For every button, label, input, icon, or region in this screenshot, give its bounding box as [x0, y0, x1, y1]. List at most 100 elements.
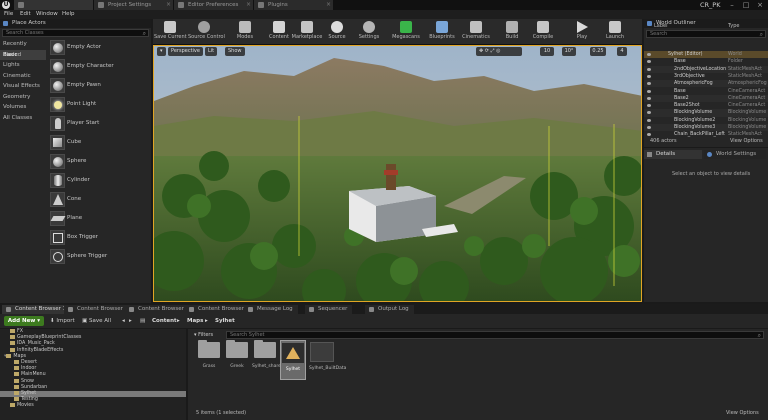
outliner-row[interactable]: 3rdObjective StaticMeshAct [644, 73, 768, 80]
actor-item[interactable]: Sphere Trigger [48, 248, 151, 267]
actor-item[interactable]: Point Light [48, 96, 151, 115]
eye-icon[interactable] [647, 96, 651, 100]
label-column-header[interactable]: Label [654, 22, 668, 30]
close-icon[interactable]: × [246, 1, 251, 8]
tab-content-browser-1[interactable]: Content Browser 1 [2, 305, 72, 314]
eye-icon[interactable] [647, 67, 651, 71]
play-button[interactable]: Play [566, 20, 598, 44]
viewport-options-button[interactable]: ▾ [157, 47, 166, 56]
actor-item[interactable]: Cube [48, 134, 151, 153]
asset-search-input[interactable]: Search Sylhet ⌕ [226, 331, 764, 339]
category-lights[interactable]: Lights [0, 60, 46, 71]
grid-snap-value[interactable]: 10 [540, 47, 554, 56]
back-button[interactable]: ◂ [122, 316, 125, 326]
category-recently-placed[interactable]: Recently Placed [0, 39, 46, 58]
level-viewport[interactable] [153, 45, 642, 302]
compile-button[interactable]: Compile [527, 20, 559, 44]
actor-item[interactable]: Player Start [48, 115, 151, 134]
asset-folder[interactable]: Sylhet_sharedassets [252, 340, 298, 369]
unreal-logo-icon[interactable]: U [2, 1, 10, 9]
actor-item[interactable]: Empty Character [48, 58, 151, 77]
forward-button[interactable]: ▸ [129, 316, 132, 326]
perspective-button[interactable]: Perspective [168, 47, 203, 56]
show-button[interactable]: Show [225, 47, 245, 56]
eye-icon[interactable] [647, 82, 651, 86]
add-new-button[interactable]: Add New ▾ [4, 316, 44, 326]
outliner-row[interactable]: AtmosphericFog AtmosphericFog [644, 80, 768, 88]
lit-button[interactable]: Lit [205, 47, 218, 56]
eye-icon[interactable] [647, 104, 651, 108]
level-tab[interactable] [14, 0, 94, 10]
asset-level-selected[interactable]: Sylhet [280, 340, 306, 380]
category-basic[interactable]: Basic [0, 49, 46, 60]
menu-edit[interactable]: Edit [20, 10, 31, 19]
cinematics-button[interactable]: Cinematics [460, 20, 492, 44]
asset-folder[interactable]: Grass [196, 340, 222, 369]
transform-tools[interactable]: ✥ ⟳ ⤢ ◎ [476, 47, 522, 56]
settings-button[interactable]: Settings [353, 20, 385, 44]
outliner-row[interactable]: 2ndObjectiveLocation StaticMeshAct [644, 65, 768, 73]
project-settings-tab[interactable]: Project Settings × [94, 0, 174, 10]
category-volumes[interactable]: Volumes [0, 102, 46, 113]
scale-snap-value[interactable]: 0.25 [590, 47, 606, 56]
close-icon[interactable]: × [166, 1, 171, 8]
outliner-row[interactable]: Base2 CineCameraAct [644, 94, 768, 103]
category-geometry[interactable]: Geometry [0, 92, 46, 103]
actor-item[interactable]: Cone [48, 191, 151, 210]
import-button[interactable]: ⬇ Import [50, 316, 75, 326]
blueprints-button[interactable]: Blueprints [426, 20, 458, 44]
actor-item[interactable]: Box Trigger [48, 229, 151, 248]
marketplace-button[interactable]: Marketplace [291, 20, 323, 44]
launch-button[interactable]: Launch [599, 20, 631, 44]
maximize-button[interactable]: □ [740, 0, 752, 10]
outliner-view-options[interactable]: View Options [730, 138, 763, 144]
outliner-row[interactable]: Base Folder [644, 58, 768, 65]
build-button[interactable]: Build [496, 20, 528, 44]
breadcrumb-sylhet[interactable]: Sylhet [215, 316, 235, 326]
tree-item[interactable]: Movies [10, 403, 34, 409]
modes-button[interactable]: Modes [229, 20, 261, 44]
breadcrumb-content[interactable]: Content [152, 316, 177, 326]
tab-content-browser-2[interactable]: Content Browser 2 [64, 305, 134, 314]
rotation-snap-value[interactable]: 10° [562, 47, 576, 56]
editor-preferences-tab[interactable]: Editor Preferences × [174, 0, 254, 10]
close-window-button[interactable]: × [754, 0, 766, 10]
eye-icon[interactable] [647, 133, 651, 137]
outliner-row[interactable]: BlockingVolume BlockingVolume [644, 109, 768, 117]
eye-icon[interactable] [647, 126, 651, 129]
outliner-search-input[interactable]: Search ⌕ [646, 30, 766, 38]
eye-icon[interactable] [647, 111, 651, 115]
outliner-row[interactable]: BlockingVolume3 BlockingVolume [644, 124, 768, 132]
tab-message-log[interactable]: Message Log [244, 305, 298, 314]
category-cinematic[interactable]: Cinematic [0, 71, 46, 82]
source-control-button[interactable]: Source Control [188, 20, 225, 44]
eye-icon[interactable] [647, 89, 651, 93]
source-button[interactable]: Source [321, 20, 353, 44]
actor-item[interactable]: Cylinder [48, 172, 151, 191]
outliner-row[interactable]: Sylhet (Editor) World [644, 51, 768, 59]
save-current-button[interactable]: Save Current [154, 20, 187, 44]
asset-folder[interactable]: Greek [224, 340, 250, 369]
camera-speed-value[interactable]: 4 [617, 47, 627, 56]
close-icon[interactable]: × [326, 1, 331, 8]
minimize-button[interactable]: – [726, 0, 738, 10]
eye-icon[interactable] [647, 74, 651, 78]
outliner-row[interactable]: Base CineCameraAct [644, 88, 768, 95]
world-settings-tab[interactable]: World Settings [704, 150, 766, 159]
plugins-tab[interactable]: Plugins × [254, 0, 334, 10]
outliner-row[interactable]: Base2Shot CineCameraAct [644, 102, 768, 109]
tab-output-log[interactable]: Output Log [365, 305, 414, 314]
tab-content-browser-3[interactable]: Content Browser 3 [125, 305, 195, 314]
filters-button[interactable]: ▾ Filters [194, 331, 213, 339]
search-classes-input[interactable]: Search Classes ⌕ [2, 29, 149, 37]
tab-sequencer[interactable]: Sequencer [305, 305, 353, 314]
breadcrumb-maps[interactable]: Maps [187, 316, 203, 326]
category-visual-effects[interactable]: Visual Effects [0, 81, 46, 92]
category-all-classes[interactable]: All Classes [0, 113, 46, 124]
asset-view-options[interactable]: View Options [726, 410, 759, 416]
eye-icon[interactable] [647, 118, 651, 122]
menu-file[interactable]: File [4, 10, 13, 19]
asset-built-data[interactable]: Sylhet_BuiltData [309, 340, 346, 371]
menu-window[interactable]: Window [36, 10, 58, 19]
eye-icon[interactable] [647, 53, 651, 56]
